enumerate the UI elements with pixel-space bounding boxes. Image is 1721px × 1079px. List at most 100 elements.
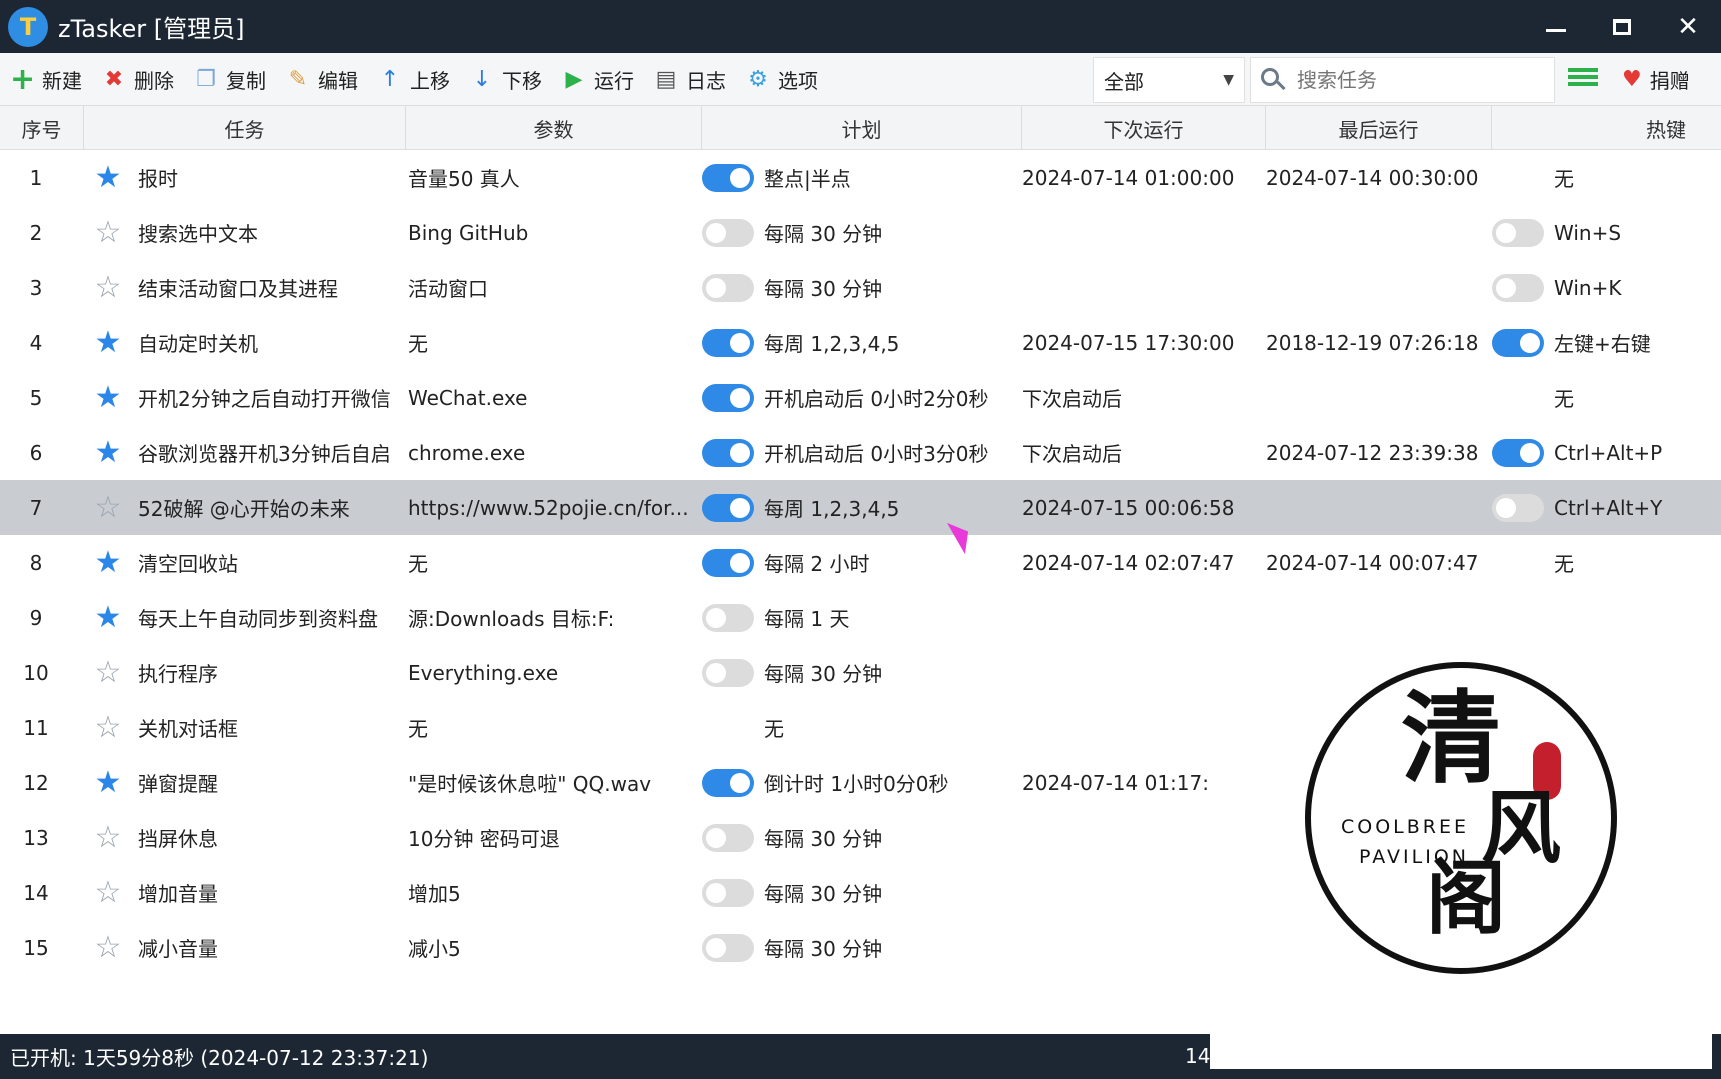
plan-toggle[interactable] xyxy=(702,438,754,467)
star-icon[interactable]: ☆ xyxy=(86,272,130,303)
header-next-run[interactable]: 下次运行 xyxy=(1022,106,1266,150)
edit-button[interactable]: ✎ 编辑 xyxy=(276,53,368,106)
delete-button[interactable]: ✖ 删除 xyxy=(92,53,184,106)
row-index: 13 xyxy=(0,810,84,865)
copy-button[interactable]: ❐ 复制 xyxy=(184,53,276,106)
task-name: 增加音量 xyxy=(138,882,218,906)
hotkey-toggle[interactable] xyxy=(1492,328,1544,357)
plan-text: 每隔 30 分钟 xyxy=(764,662,883,686)
plan-toggle[interactable] xyxy=(702,603,754,632)
move-up-button[interactable]: ↑ 上移 xyxy=(368,53,460,106)
hotkey-toggle[interactable] xyxy=(1492,273,1544,302)
star-icon[interactable]: ☆ xyxy=(86,822,130,853)
table-row[interactable]: 6 ★ 谷歌浏览器开机3分钟后自启 chrome.exe 开机启动后 0小时3分0秒 下次… xyxy=(0,425,1721,480)
hotkey-cell: 左键+右键 xyxy=(1492,315,1721,370)
last-run-cell xyxy=(1266,260,1492,315)
table-row[interactable]: 2 ☆ 搜索选中文本 Bing GitHub 每隔 30 分钟 Win+S xyxy=(0,205,1721,260)
task-cell[interactable]: ★ 每天上午自动同步到资料盘 xyxy=(84,590,406,645)
star-icon[interactable]: ★ xyxy=(86,162,130,193)
star-icon[interactable]: ☆ xyxy=(86,657,130,688)
table-row[interactable]: 1 ★ 报时 音量50 真人 整点|半点 2024-07-14 01:00:00 2024-… xyxy=(0,150,1721,205)
star-icon[interactable]: ★ xyxy=(86,767,130,798)
task-cell[interactable]: ★ 清空回收站 xyxy=(84,535,406,590)
hotkey-toggle[interactable] xyxy=(1492,493,1544,522)
log-label: 日志 xyxy=(686,68,726,93)
header-index[interactable]: 序号 xyxy=(0,106,84,150)
plus-icon: + xyxy=(10,61,36,97)
maximize-button[interactable] xyxy=(1589,0,1655,53)
close-button[interactable]: ✕ xyxy=(1655,0,1721,53)
row-index: 15 xyxy=(0,920,84,975)
chevron-down-icon: ▼ xyxy=(1223,72,1234,88)
next-run-cell: 下次启动后 xyxy=(1022,425,1266,480)
header-last-run[interactable]: 最后运行 xyxy=(1266,106,1492,150)
star-icon[interactable]: ★ xyxy=(86,547,130,578)
plan-toggle[interactable] xyxy=(702,383,754,412)
plan-toggle[interactable] xyxy=(702,218,754,247)
title-bar[interactable]: T zTasker [管理员] ✕ xyxy=(0,0,1721,53)
star-icon[interactable]: ★ xyxy=(86,602,130,633)
task-cell[interactable]: ☆ 执行程序 xyxy=(84,645,406,700)
plan-toggle[interactable] xyxy=(702,878,754,907)
task-cell[interactable]: ★ 自动定时关机 xyxy=(84,315,406,370)
star-icon[interactable]: ☆ xyxy=(86,932,130,963)
move-down-button[interactable]: ↓ 下移 xyxy=(460,53,552,106)
plan-toggle[interactable] xyxy=(702,933,754,962)
star-icon[interactable]: ★ xyxy=(86,382,130,413)
header-param[interactable]: 参数 xyxy=(406,106,702,150)
last-run-cell xyxy=(1266,480,1492,535)
plan-toggle[interactable] xyxy=(702,493,754,522)
new-label: 新建 xyxy=(42,68,82,93)
plan-toggle[interactable] xyxy=(702,273,754,302)
log-button[interactable]: ▤ 日志 xyxy=(644,53,736,106)
list-view-icon[interactable] xyxy=(1568,65,1598,93)
hotkey-cell: 无 xyxy=(1492,150,1721,205)
task-cell[interactable]: ☆ 搜索选中文本 xyxy=(84,205,406,260)
task-cell[interactable]: ★ 弹窗提醒 xyxy=(84,755,406,810)
plan-toggle[interactable] xyxy=(702,658,754,687)
plan-toggle[interactable] xyxy=(702,768,754,797)
star-icon[interactable]: ☆ xyxy=(86,712,130,743)
task-cell[interactable]: ☆ 挡屏休息 xyxy=(84,810,406,865)
new-button[interactable]: + 新建 xyxy=(0,53,92,106)
table-row[interactable]: 3 ☆ 结束活动窗口及其进程 活动窗口 每隔 30 分钟 Win+K xyxy=(0,260,1721,315)
table-row[interactable]: 4 ★ 自动定时关机 无 每周 1,2,3,4,5 2024-07-15 17:30:00… xyxy=(0,315,1721,370)
star-icon[interactable]: ☆ xyxy=(86,877,130,908)
row-index: 9 xyxy=(0,590,84,645)
row-index-text: 2 xyxy=(29,220,43,245)
minimize-button[interactable] xyxy=(1523,0,1589,53)
plan-toggle[interactable] xyxy=(702,823,754,852)
star-icon[interactable]: ☆ xyxy=(86,217,130,248)
plan-toggle[interactable] xyxy=(702,163,754,192)
plan-toggle[interactable] xyxy=(702,328,754,357)
hotkey-toggle[interactable] xyxy=(1492,438,1544,467)
header-task[interactable]: 任务 xyxy=(84,106,406,150)
task-cell[interactable]: ★ 谷歌浏览器开机3分钟后自启 xyxy=(84,425,406,480)
header-plan[interactable]: 计划 xyxy=(702,106,1022,150)
task-cell[interactable]: ★ 报时 xyxy=(84,150,406,205)
table-row[interactable]: 7 ☆ 52破解 @心开始の未来 https://www.52pojie.cn/for… xyxy=(0,480,1721,535)
task-cell[interactable]: ☆ 增加音量 xyxy=(84,865,406,920)
search-input[interactable] xyxy=(1297,68,1537,92)
window-controls: ✕ xyxy=(1523,0,1721,53)
param-text: 源:Downloads 目标:F: xyxy=(408,607,615,631)
run-button[interactable]: ▶ 运行 xyxy=(552,53,644,106)
task-cell[interactable]: ☆ 结束活动窗口及其进程 xyxy=(84,260,406,315)
param-text: 增加5 xyxy=(408,882,461,906)
search-box[interactable] xyxy=(1250,57,1555,103)
header-hotkey[interactable]: 热键 xyxy=(1492,106,1721,150)
options-button[interactable]: ⚙ 选项 xyxy=(736,53,828,106)
task-cell[interactable]: ★ 开机2分钟之后自动打开微信 xyxy=(84,370,406,425)
filter-dropdown[interactable]: 全部 ▼ xyxy=(1093,57,1245,103)
task-cell[interactable]: ☆ 关机对话框 xyxy=(84,700,406,755)
star-icon[interactable]: ☆ xyxy=(86,492,130,523)
donate-button[interactable]: ♥ 捐赠 xyxy=(1622,53,1690,106)
task-cell[interactable]: ☆ 52破解 @心开始の未来 xyxy=(84,480,406,535)
task-cell[interactable]: ☆ 减小音量 xyxy=(84,920,406,975)
star-icon[interactable]: ★ xyxy=(86,437,130,468)
star-icon[interactable]: ★ xyxy=(86,327,130,358)
plan-toggle[interactable] xyxy=(702,548,754,577)
table-row[interactable]: 8 ★ 清空回收站 无 每隔 2 小时 2024-07-14 02:07:47 2024-0… xyxy=(0,535,1721,590)
hotkey-toggle[interactable] xyxy=(1492,218,1544,247)
table-row[interactable]: 5 ★ 开机2分钟之后自动打开微信 WeChat.exe 开机启动后 0小时2分0秒 下次… xyxy=(0,370,1721,425)
